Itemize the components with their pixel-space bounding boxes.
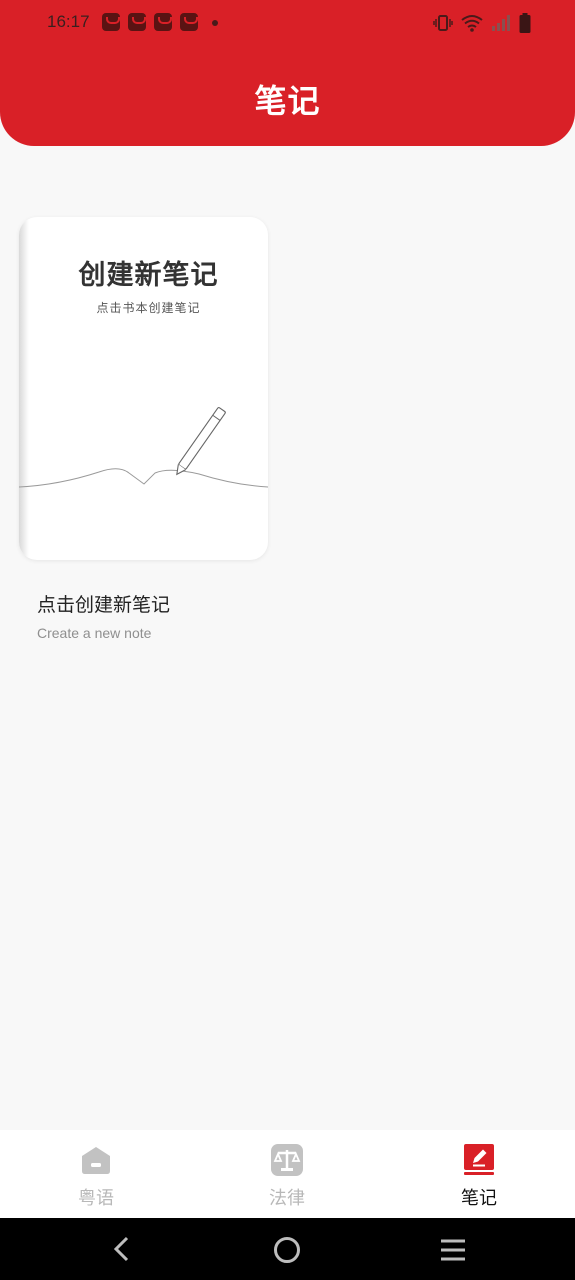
status-time: 16:17 [47, 12, 90, 31]
notification-dot-icon [212, 20, 218, 26]
bottom-tab-bar: 粤语 法律 笔记 [0, 1130, 575, 1218]
battery-icon [519, 13, 531, 33]
tab-label: 法律 [269, 1188, 305, 1209]
wifi-icon [461, 15, 483, 32]
note-edit-icon [464, 1144, 494, 1175]
notification-shopping-icon [180, 13, 198, 31]
notebook-title: 创建新笔记 [78, 260, 219, 291]
tab-law[interactable]: 法律 [227, 1130, 347, 1218]
recents-menu-icon[interactable] [439, 1238, 467, 1262]
tab-label: 笔记 [461, 1188, 497, 1209]
system-nav-bar [0, 1218, 575, 1280]
new-note-sublabel: Create a new note [37, 625, 152, 641]
tab-notes[interactable]: 笔记 [419, 1130, 539, 1218]
tab-cantonese[interactable]: 粤语 [36, 1130, 156, 1218]
vibrate-icon [433, 15, 453, 31]
scales-icon [271, 1144, 303, 1176]
app-header: 16:17 笔记 [0, 0, 575, 146]
status-bar: 16:17 [0, 0, 575, 48]
notification-shopping-icon [154, 13, 172, 31]
home-circle-icon[interactable] [273, 1236, 301, 1264]
back-icon[interactable] [110, 1236, 134, 1262]
notification-shopping-icon [128, 13, 146, 31]
create-note-notebook[interactable]: 创建新笔记 点击书本创建笔记 [19, 217, 268, 560]
signal-icon [492, 15, 510, 31]
new-note-label[interactable]: 点击创建新笔记 [37, 590, 170, 617]
home-box-icon [82, 1147, 110, 1174]
page-title: 笔记 [254, 82, 321, 120]
notebook-subtitle: 点击书本创建笔记 [96, 301, 201, 315]
open-book-pen-icon [19, 407, 268, 488]
tab-label: 粤语 [78, 1188, 114, 1209]
notification-shopping-icon [102, 13, 120, 31]
